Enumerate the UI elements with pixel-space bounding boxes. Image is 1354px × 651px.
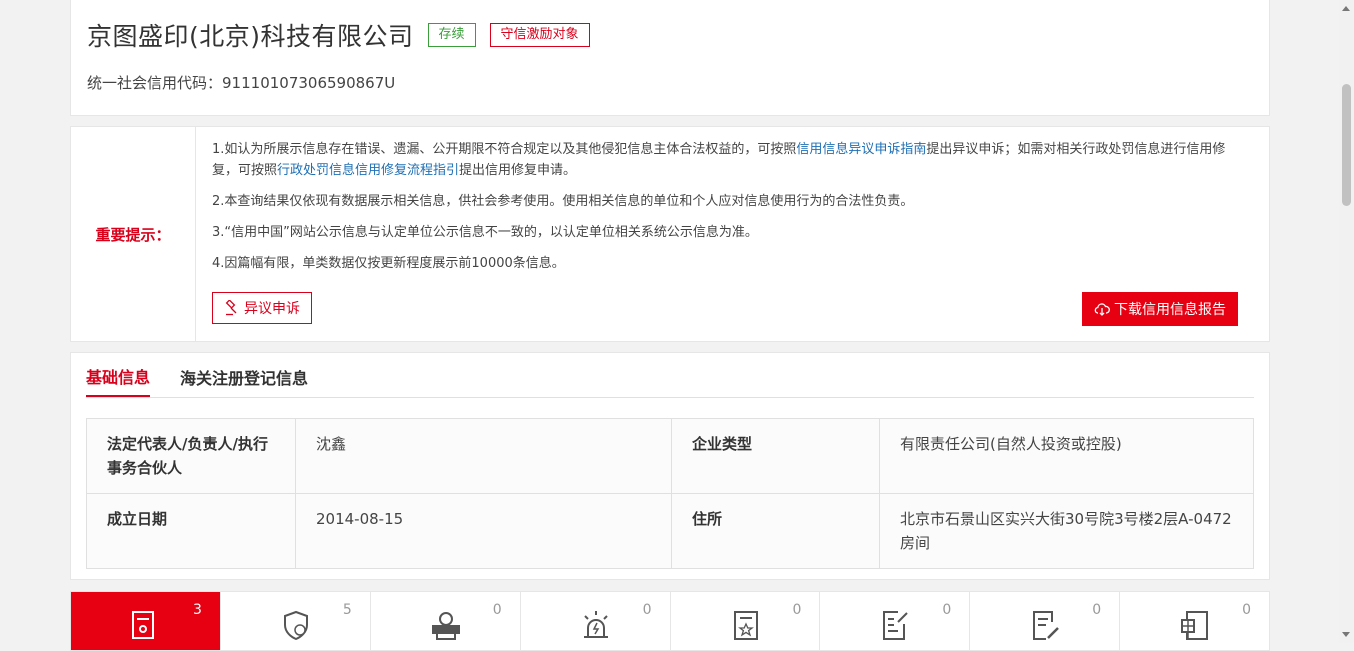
category-count: 5 bbox=[342, 602, 352, 618]
founded-date-value: 2014-08-15 bbox=[295, 493, 672, 569]
tab-customs-registration[interactable]: 海关注册登记信息 bbox=[180, 353, 308, 397]
download-button-label: 下载信用信息报告 bbox=[1114, 302, 1226, 318]
enterprise-type-value: 有限责任公司(自然人投资或控股) bbox=[879, 418, 1254, 494]
legal-rep-value: 沈鑫 bbox=[295, 418, 672, 494]
gavel-icon bbox=[225, 300, 237, 316]
category-count: 0 bbox=[1242, 602, 1251, 618]
category-count: 0 bbox=[942, 602, 952, 618]
basic-info-section: 基础信息 海关注册登记信息 法定代表人/负责人/执行事务合伙人 沈鑫 企业类型 … bbox=[70, 352, 1270, 580]
scroll-thumb[interactable] bbox=[1342, 84, 1351, 206]
notice-text: 提出信用修复申请。 bbox=[459, 163, 577, 178]
credit-category-strip: 3 5 0 0 0 0 0 0 bbox=[70, 591, 1270, 651]
shield-credit-icon bbox=[283, 610, 308, 640]
scroll-up-arrow-icon[interactable] bbox=[1342, 6, 1350, 11]
category-count: 0 bbox=[792, 602, 802, 618]
enterprise-type-label: 企业类型 bbox=[671, 418, 880, 494]
checklist-icon bbox=[883, 611, 909, 640]
repair-guide-link[interactable]: 行政处罚信息信用修复流程指引 bbox=[277, 163, 459, 178]
company-name: 京图盛印(北京)科技有限公司 bbox=[87, 22, 414, 51]
alarm-light-icon bbox=[583, 611, 608, 638]
category-item[interactable]: 3 bbox=[71, 592, 221, 650]
notice-body: 1.如认为所展示信息存在错误、遗漏、公开期限不符合规定以及其他侵犯信息主体合法权… bbox=[196, 127, 1269, 341]
founded-date-label: 成立日期 bbox=[86, 493, 296, 569]
credit-code-row: 统一社会信用代码：91110107306590867U bbox=[87, 72, 1253, 93]
notice-line-4: 4.因篇幅有限，单类数据仅按更新程度展示前10000条信息。 bbox=[212, 256, 565, 271]
legal-rep-label: 法定代表人/负责人/执行事务合伙人 bbox=[86, 418, 296, 494]
page-scrollbar[interactable] bbox=[1339, 0, 1354, 643]
category-item[interactable]: 0 bbox=[1120, 592, 1269, 650]
report-icon bbox=[1181, 611, 1209, 640]
honor-badge: 守信激励对象 bbox=[489, 23, 590, 47]
notice-line-3: 3.“信用中国”网站公示信息与认定单位公示信息不一致的，以认定单位相关系统公示信… bbox=[212, 225, 758, 240]
credit-code-value: 91110107306590867U bbox=[222, 74, 396, 92]
cloud-download-icon bbox=[1094, 303, 1110, 316]
dishonest-person-icon bbox=[431, 612, 460, 640]
document-person-icon bbox=[132, 611, 154, 639]
category-count: 0 bbox=[492, 602, 502, 618]
category-item[interactable]: 0 bbox=[371, 592, 521, 650]
category-item[interactable]: 0 bbox=[671, 592, 821, 650]
category-item[interactable]: 0 bbox=[820, 592, 971, 650]
category-count: 0 bbox=[1092, 602, 1102, 618]
basic-info-table: 法定代表人/负责人/执行事务合伙人 沈鑫 企业类型 有限责任公司(自然人投资或控… bbox=[86, 418, 1254, 569]
category-item[interactable]: 0 bbox=[970, 592, 1121, 650]
credit-code-label: 统一社会信用代码： bbox=[87, 74, 223, 92]
table-row: 成立日期 2014-08-15 住所 北京市石景山区实兴大街30号院3号楼2层A… bbox=[86, 493, 1254, 569]
appeal-button-label: 异议申诉 bbox=[244, 301, 300, 317]
appeal-guide-link[interactable]: 信用信息异议申诉指南 bbox=[796, 142, 926, 157]
certificate-icon bbox=[733, 611, 758, 640]
info-tabs: 基础信息 海关注册登记信息 bbox=[86, 353, 1254, 398]
download-report-button[interactable]: 下载信用信息报告 bbox=[1082, 292, 1238, 326]
notice-line-1: 1.如认为所展示信息存在错误、遗漏、公开期限不符合规定以及其他侵犯信息主体合法权… bbox=[212, 139, 1245, 181]
category-item[interactable]: 5 bbox=[221, 592, 371, 650]
table-row: 法定代表人/负责人/执行事务合伙人 沈鑫 企业类型 有限责任公司(自然人投资或控… bbox=[86, 418, 1254, 494]
notice-text: 1.如认为所展示信息存在错误、遗漏、公开期限不符合规定以及其他侵犯信息主体合法权… bbox=[212, 142, 797, 157]
category-count: 0 bbox=[642, 602, 652, 618]
company-header: 京图盛印(北京)科技有限公司 存续 守信激励对象 统一社会信用代码：911101… bbox=[70, 0, 1270, 116]
status-badge: 存续 bbox=[427, 23, 476, 47]
address-label: 住所 bbox=[671, 493, 880, 569]
important-notice: 重要提示： 1.如认为所展示信息存在错误、遗漏、公开期限不符合规定以及其他侵犯信… bbox=[70, 126, 1270, 342]
address-value: 北京市石景山区实兴大街30号院3号楼2层A-0472房间 bbox=[879, 493, 1254, 569]
category-item[interactable]: 0 bbox=[521, 592, 671, 650]
document-pen-icon bbox=[1033, 611, 1060, 640]
notice-line-2: 2.本查询结果仅依现有数据展示相关信息，供社会参考使用。使用相关信息的单位和个人… bbox=[212, 194, 914, 209]
category-count: 3 bbox=[192, 602, 202, 618]
appeal-button[interactable]: 异议申诉 bbox=[212, 292, 312, 324]
scroll-down-arrow-icon[interactable] bbox=[1342, 632, 1350, 637]
notice-label: 重要提示： bbox=[71, 127, 196, 341]
tab-basic-info[interactable]: 基础信息 bbox=[86, 353, 151, 397]
